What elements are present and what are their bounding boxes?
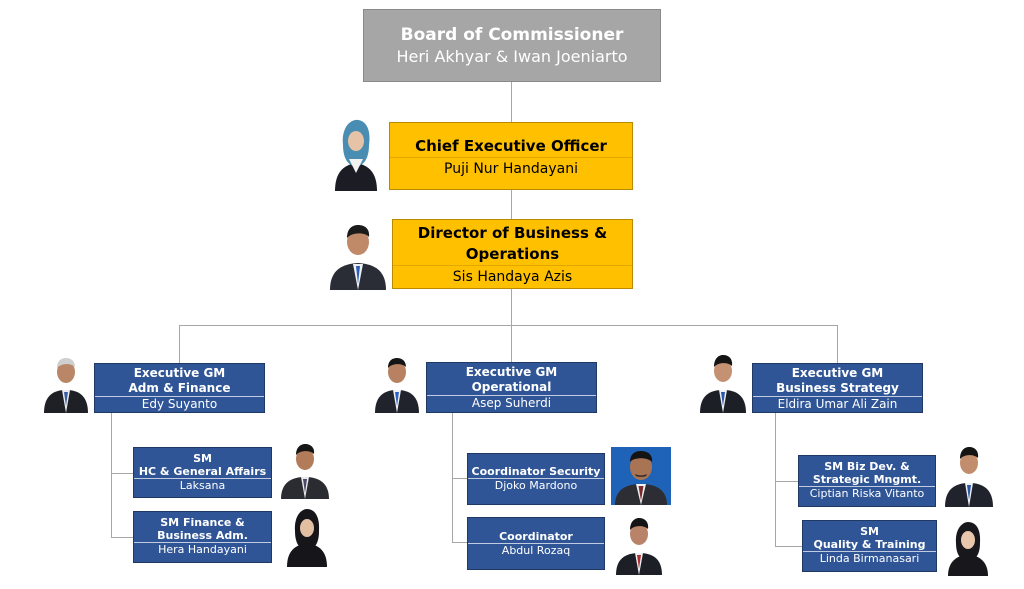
director-title-line1: Director of Business & bbox=[417, 224, 608, 242]
connector-strategy-bizdev bbox=[775, 481, 798, 482]
sm-bizdev-portrait bbox=[944, 441, 994, 507]
coord-security-title: Coordinator Security bbox=[471, 465, 601, 478]
sm-hc-name: Laksana bbox=[134, 478, 271, 493]
director-portrait bbox=[328, 218, 388, 290]
connector-finance-hc bbox=[111, 473, 133, 474]
sm-hc-box: SM HC & General Affairs Laksana bbox=[133, 447, 272, 498]
egm-strategy-portrait bbox=[699, 350, 747, 413]
sm-quality-portrait bbox=[946, 518, 990, 576]
connector-egm-finance bbox=[179, 325, 180, 363]
egm-finance-box: Executive GM Adm & Finance Edy Suyanto bbox=[94, 363, 265, 413]
connector-egm-strategy bbox=[837, 325, 838, 363]
egm-operational-line2: Operational bbox=[471, 380, 552, 394]
egm-operational-name: Asep Suherdi bbox=[427, 395, 596, 411]
egm-strategy-name: Eldira Umar Ali Zain bbox=[753, 396, 922, 412]
connector-board-ceo bbox=[511, 81, 512, 122]
director-title-line2: Operations bbox=[465, 245, 560, 263]
sm-quality-box: SM Quality & Training Linda Birmanasari bbox=[802, 520, 937, 572]
sm-bizdev-line1: SM Biz Dev. & bbox=[824, 460, 910, 473]
sm-bizdev-box: SM Biz Dev. & Strategic Mngmt. Ciptian R… bbox=[798, 455, 936, 507]
sm-bizdev-line2: Strategic Mngmt. bbox=[812, 473, 922, 486]
sm-bizdev-name: Ciptian Riska Vitanto bbox=[799, 486, 935, 501]
sm-finance-line2: Business Adm. bbox=[157, 529, 248, 542]
connector-horizontal-egm bbox=[179, 325, 838, 326]
board-title: Board of Commissioner bbox=[400, 25, 624, 45]
director-box: Director of Business & Operations Sis Ha… bbox=[392, 219, 633, 289]
sm-hc-line1: SM bbox=[193, 452, 212, 465]
egm-operational-box: Executive GM Operational Asep Suherdi bbox=[426, 362, 597, 413]
egm-operational-line1: Executive GM bbox=[465, 365, 558, 379]
egm-finance-portrait bbox=[43, 352, 89, 413]
connector-finance-smfin bbox=[111, 537, 133, 538]
connector-egm-operational bbox=[511, 325, 512, 362]
connector-director-down bbox=[511, 289, 512, 326]
sm-finance-box: SM Finance & Business Adm. Hera Handayan… bbox=[133, 511, 272, 563]
connector-strategy-vertical bbox=[775, 413, 776, 547]
sm-quality-line2: Quality & Training bbox=[813, 538, 926, 551]
connector-operational-security bbox=[452, 478, 467, 479]
sm-quality-line1: SM bbox=[860, 525, 879, 538]
egm-finance-line2: Adm & Finance bbox=[128, 381, 231, 395]
coord-portrait bbox=[615, 513, 663, 575]
ceo-name: Puji Nur Handayani bbox=[390, 157, 632, 182]
coord-security-box: Coordinator Security Djoko Mardono bbox=[467, 453, 605, 505]
coord-name: Abdul Rozaq bbox=[468, 543, 604, 558]
egm-finance-line1: Executive GM bbox=[133, 366, 226, 380]
ceo-portrait bbox=[331, 115, 381, 191]
director-name: Sis Handaya Azis bbox=[393, 265, 632, 288]
connector-finance-vertical bbox=[111, 413, 112, 538]
egm-finance-name: Edy Suyanto bbox=[95, 396, 264, 412]
connector-operational-coord bbox=[452, 542, 467, 543]
sm-hc-portrait bbox=[280, 439, 330, 499]
sm-quality-name: Linda Birmanasari bbox=[803, 551, 936, 566]
sm-hc-line2: HC & General Affairs bbox=[138, 465, 267, 478]
board-of-commissioner-box: Board of Commissioner Heri Akhyar & Iwan… bbox=[363, 9, 661, 82]
connector-strategy-quality bbox=[775, 546, 802, 547]
board-names: Heri Akhyar & Iwan Joeniarto bbox=[396, 47, 628, 66]
egm-operational-portrait bbox=[374, 352, 420, 413]
egm-strategy-line2: Business Strategy bbox=[776, 381, 899, 395]
egm-strategy-line1: Executive GM bbox=[791, 366, 884, 380]
coord-box: Coordinator Abdul Rozaq bbox=[467, 517, 605, 570]
coord-security-portrait bbox=[611, 447, 671, 505]
egm-strategy-box: Executive GM Business Strategy Eldira Um… bbox=[752, 363, 923, 413]
coord-security-name: Djoko Mardono bbox=[468, 478, 604, 493]
coord-title: Coordinator bbox=[499, 530, 573, 543]
ceo-title: Chief Executive Officer bbox=[415, 137, 607, 155]
sm-finance-line1: SM Finance & bbox=[160, 516, 245, 529]
connector-ceo-director bbox=[511, 190, 512, 219]
sm-finance-name: Hera Handayani bbox=[134, 542, 271, 557]
ceo-box: Chief Executive Officer Puji Nur Handaya… bbox=[389, 122, 633, 190]
sm-finance-portrait bbox=[285, 505, 329, 567]
